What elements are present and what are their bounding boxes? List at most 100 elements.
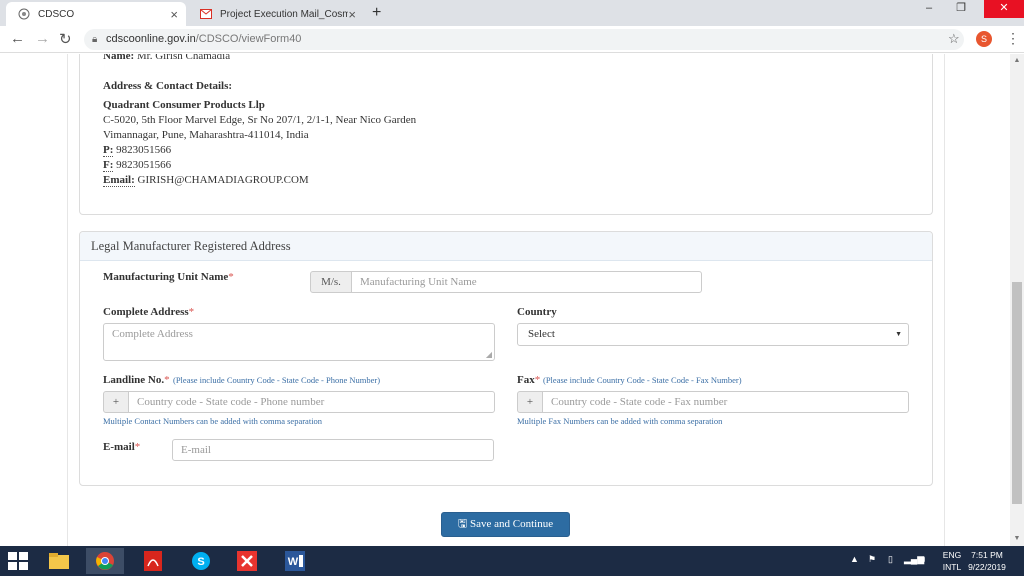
address-line-2: Vimannagar, Pune, Maharashtra-411014, In…	[103, 129, 309, 141]
manufacturing-unit-input[interactable]: Manufacturing Unit Name	[351, 271, 702, 293]
save-and-continue-button[interactable]: 🖫︎ Save and Continue	[441, 512, 570, 537]
email-label: E-mail*	[103, 441, 140, 453]
select-value: Select	[528, 328, 555, 340]
tab-title: Project Execution Mail_Cosmetic	[220, 8, 348, 20]
plus-addon: +	[517, 391, 543, 413]
phone-label: P:	[103, 144, 114, 157]
xmind-icon[interactable]	[228, 548, 266, 574]
reload-icon[interactable]: ↻	[59, 30, 72, 48]
contact-fax: F: 9823051566	[103, 159, 172, 172]
label-text: Fax	[517, 374, 535, 386]
scroll-thumb[interactable]	[1012, 282, 1022, 504]
word-icon[interactable]: W	[276, 548, 314, 574]
fax-input[interactable]: Country code - State code - Fax number	[542, 391, 909, 413]
url-host: cdscoonline.gov.in	[106, 33, 196, 45]
country-select[interactable]: Select ▼	[517, 323, 909, 346]
tab-close-icon[interactable]: ×	[348, 7, 356, 22]
file-explorer-icon[interactable]	[40, 548, 78, 574]
address-line-1: C-5020, 5th Floor Marvel Edge, Sr No 207…	[103, 114, 417, 126]
resize-grip-icon[interactable]: ◢	[486, 350, 492, 359]
required-mark: *	[534, 374, 541, 386]
svg-text:S: S	[197, 556, 204, 568]
required-mark: *	[228, 271, 234, 283]
page-viewport: Name: Mr. Girish Chamadia Address & Cont…	[0, 54, 1010, 546]
complete-address-label: Complete Address*	[103, 306, 194, 318]
fax-hint: (Please include Country Code - State Cod…	[543, 375, 742, 385]
required-mark: *	[188, 306, 195, 318]
back-icon[interactable]: ←	[10, 30, 25, 47]
browser-menu-icon[interactable]: ⋮	[1006, 30, 1020, 47]
tab-title: CDSCO	[38, 8, 75, 20]
complete-address-textarea[interactable]: Complete Address ◢	[103, 323, 495, 361]
cdsco-emblem-icon	[18, 8, 30, 20]
landline-hint: (Please include Country Code - State Cod…	[173, 375, 381, 385]
chrome-icon[interactable]	[86, 548, 124, 574]
country-label: Country	[517, 306, 557, 318]
network-error-icon[interactable]: ⚑	[868, 554, 876, 565]
contact-phone: P: 9823051566	[103, 144, 172, 157]
page-scrollbar[interactable]: ▲ ▼	[1010, 54, 1024, 546]
system-clock[interactable]: 7:51 PM 9/22/2019	[952, 549, 1022, 573]
name-value: Mr. Girish Chamadia	[136, 54, 231, 62]
profile-avatar[interactable]: S	[976, 31, 992, 47]
required-mark: *	[134, 441, 141, 453]
phone-value: 9823051566	[116, 144, 172, 156]
lock-icon: 🔒︎	[92, 34, 98, 45]
landline-label: Landline No.*	[103, 374, 170, 386]
show-hidden-icons-icon[interactable]: ▲	[850, 554, 859, 564]
textarea-placeholder: Complete Address	[112, 328, 193, 340]
url-path: /CDSCO/viewForm40	[195, 33, 302, 45]
contact-section-title: Address & Contact Details:	[103, 80, 233, 92]
label-text: Landline No.	[103, 374, 165, 386]
landline-input[interactable]: Country code - State code - Phone number	[128, 391, 495, 413]
acrobat-icon[interactable]	[134, 548, 172, 574]
panel-title: Legal Manufacturer Registered Address	[91, 239, 291, 253]
manufacturing-unit-label: Manufacturing Unit Name*	[103, 271, 234, 283]
plus-addon: +	[103, 391, 129, 413]
windows-start-icon[interactable]	[8, 552, 28, 570]
tab-cdsco[interactable]: CDSCO ×	[6, 2, 186, 26]
battery-icon[interactable]: ▯	[888, 554, 893, 565]
address-bar[interactable]: 🔒︎ cdscoonline.gov.in/CDSCO/viewForm40	[84, 29, 964, 50]
label-text: E-mail	[103, 441, 135, 453]
company-name: Quadrant Consumer Products Llp	[103, 99, 265, 111]
new-tab-icon[interactable]: +	[372, 4, 381, 22]
forward-icon[interactable]: →	[35, 30, 50, 47]
windows-taskbar: S W ▲ ⚑ ▯ ▂▄▆ 🔈︎ ENG INTL 7:51 PM 9/22/2…	[0, 546, 1024, 576]
panel-header: Legal Manufacturer Registered Address	[80, 232, 932, 261]
volume-icon[interactable]: 🔈︎	[922, 554, 927, 565]
email-label: Email:	[103, 174, 135, 187]
scroll-up-icon[interactable]: ▲	[1010, 54, 1024, 68]
dropdown-arrow-icon: ▼	[895, 330, 902, 338]
email-input[interactable]: E-mail	[172, 439, 494, 461]
clock-date: 9/22/2019	[968, 562, 1006, 572]
clock-time: 7:51 PM	[971, 550, 1003, 560]
applicant-name: Name: Mr. Girish Chamadia	[103, 54, 230, 62]
label-text: Manufacturing Unit Name	[103, 271, 229, 283]
landline-note: Multiple Contact Numbers can be added wi…	[103, 416, 323, 426]
gmail-icon	[200, 8, 212, 20]
ms-prefix-addon: M/s.	[310, 271, 352, 293]
tab-close-icon[interactable]: ×	[170, 7, 178, 22]
name-label: Name:	[103, 54, 135, 62]
label-text: Complete Address	[103, 306, 189, 318]
skype-icon[interactable]: S	[182, 548, 220, 574]
browser-toolbar: ← → ↻ 🔒︎ cdscoonline.gov.in/CDSCO/viewFo…	[0, 26, 1024, 53]
tab-gmail[interactable]: Project Execution Mail_Cosmetic ×	[188, 2, 364, 26]
email-value: GIRISH@CHAMADIAGROUP.COM	[137, 174, 309, 186]
minimize-icon[interactable]: –	[914, 0, 944, 18]
fax-note: Multiple Fax Numbers can be added with c…	[517, 416, 723, 426]
window-close-icon[interactable]: ✕	[984, 0, 1024, 18]
button-label: Save and Continue	[470, 518, 554, 530]
restore-icon[interactable]: ❐	[946, 0, 976, 18]
fax-label: F:	[103, 159, 114, 172]
required-mark: *	[164, 374, 170, 386]
svg-text:W: W	[288, 556, 299, 568]
contact-email: Email: GIRISH@CHAMADIAGROUP.COM	[103, 174, 309, 187]
browser-tab-bar: CDSCO × Project Execution Mail_Cosmetic …	[0, 0, 1024, 26]
fax-value: 9823051566	[116, 159, 172, 171]
scroll-down-icon[interactable]: ▼	[1010, 532, 1024, 546]
bookmark-star-icon[interactable]: ☆	[948, 31, 960, 47]
fax-label: Fax*	[517, 374, 540, 386]
save-icon: 🖫︎	[457, 518, 468, 530]
